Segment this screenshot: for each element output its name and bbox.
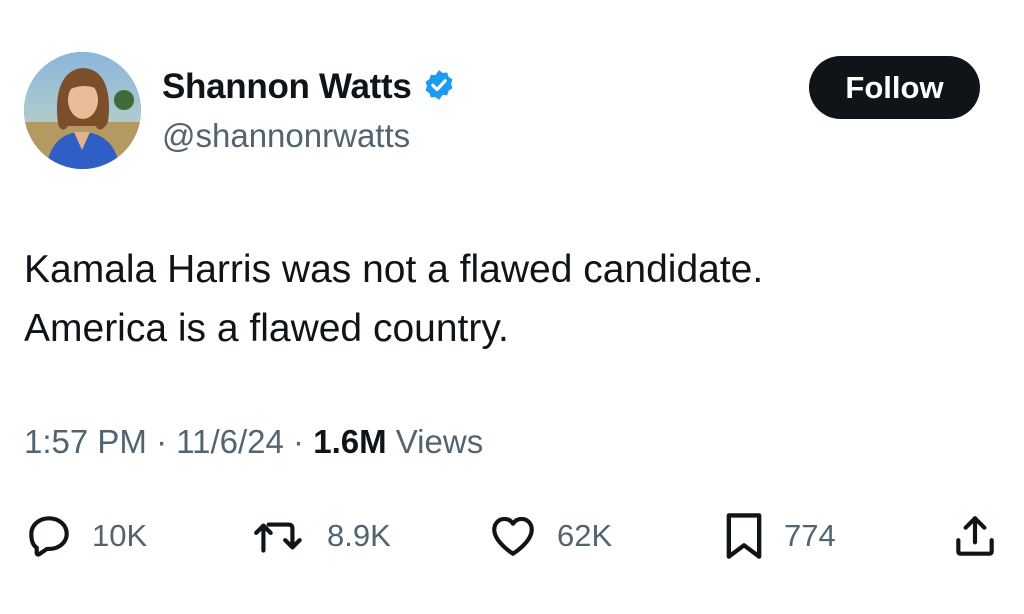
tweet-time[interactable]: 1:57 PM bbox=[24, 423, 147, 460]
action-bar: 10K 8.9K 62K 774 bbox=[0, 508, 1024, 564]
author-avatar[interactable] bbox=[24, 52, 141, 169]
like-button[interactable]: 62K bbox=[487, 508, 612, 564]
tweet-text: Kamala Harris was not a flawed candidate… bbox=[24, 240, 984, 358]
views-label: Views bbox=[386, 423, 484, 460]
retweet-icon bbox=[251, 511, 309, 561]
tweet-date[interactable]: 11/6/24 bbox=[176, 423, 284, 460]
retweet-count: 8.9K bbox=[327, 518, 391, 553]
like-count: 62K bbox=[557, 518, 613, 553]
share-button[interactable] bbox=[950, 508, 1000, 564]
bookmark-count: 774 bbox=[784, 518, 836, 553]
tweet-text-line: Kamala Harris was not a flawed candidate… bbox=[24, 248, 764, 291]
bookmark-button[interactable]: 774 bbox=[722, 508, 836, 564]
author-handle[interactable]: @shannonrwatts bbox=[162, 117, 410, 155]
share-icon bbox=[950, 510, 1000, 562]
tweet-meta: 1:57 PM · 11/6/24 · 1.6M Views bbox=[24, 423, 483, 461]
views-count: 1.6M bbox=[313, 423, 387, 460]
verified-badge-icon bbox=[422, 68, 456, 107]
heart-icon bbox=[487, 511, 539, 561]
follow-button[interactable]: Follow bbox=[809, 56, 980, 119]
meta-separator: · bbox=[283, 423, 314, 460]
retweet-button[interactable]: 8.9K bbox=[251, 508, 391, 564]
bookmark-icon bbox=[722, 510, 766, 562]
meta-separator: · bbox=[146, 423, 177, 460]
reply-icon bbox=[24, 511, 74, 561]
reply-count: 10K bbox=[92, 518, 148, 553]
author-display-name[interactable]: Shannon Watts bbox=[162, 67, 412, 107]
tweet-text-line: America is a flawed country. bbox=[24, 307, 509, 350]
author-name-row: Shannon Watts bbox=[162, 67, 456, 107]
reply-button[interactable]: 10K bbox=[24, 508, 147, 564]
